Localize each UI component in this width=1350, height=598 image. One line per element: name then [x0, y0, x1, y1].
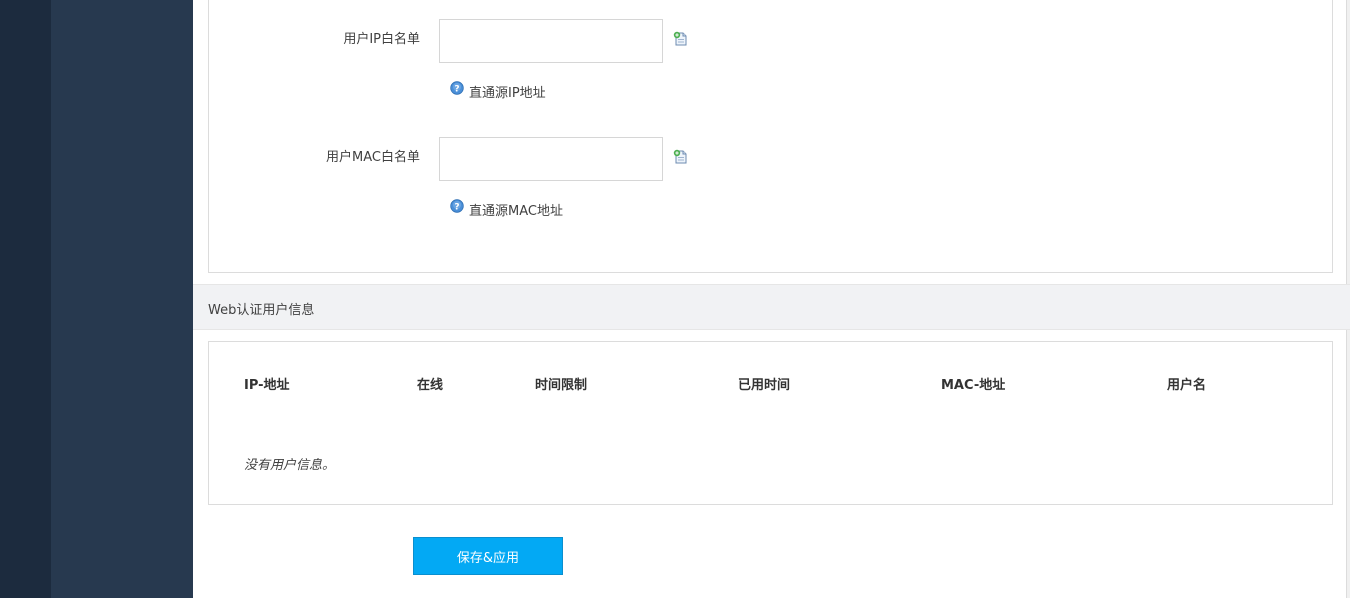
mac-whitelist-label: 用户MAC白名单 — [326, 150, 420, 165]
column-header-ip: IP-地址 — [244, 378, 290, 393]
sidebar-panel — [51, 0, 193, 598]
ip-whitelist-label: 用户IP白名单 — [343, 32, 420, 47]
column-header-mac: MAC-地址 — [941, 378, 1006, 393]
question-icon: ? — [450, 199, 464, 213]
whitelist-panel: 用户IP白名单 ? 直通源IP地址 用户MAC白名单 ? 直通源MAC地址 — [208, 0, 1333, 273]
question-icon: ? — [450, 81, 464, 95]
sidebar-rail — [0, 0, 51, 598]
column-header-username: 用户名 — [1167, 378, 1207, 393]
svg-text:?: ? — [454, 84, 459, 94]
empty-table-message: 没有用户信息。 — [244, 458, 336, 473]
section-title: Web认证用户信息 — [208, 303, 315, 318]
column-header-time-used: 已用时间 — [738, 378, 791, 393]
svg-text:?: ? — [454, 202, 459, 212]
mac-whitelist-input[interactable] — [439, 137, 663, 181]
save-apply-button[interactable]: 保存&应用 — [413, 537, 563, 575]
mac-whitelist-hint: 直通源MAC地址 — [469, 204, 563, 219]
web-auth-section-header: Web认证用户信息 — [193, 284, 1350, 330]
ip-whitelist-input[interactable] — [439, 19, 663, 63]
add-entry-icon[interactable] — [673, 31, 689, 47]
add-entry-icon[interactable] — [673, 149, 689, 165]
column-header-online: 在线 — [417, 378, 444, 393]
ip-whitelist-hint: 直通源IP地址 — [469, 86, 546, 101]
web-auth-user-table: IP-地址 在线 时间限制 已用时间 MAC-地址 用户名 没有用户信息。 — [208, 341, 1333, 505]
column-header-time-limit: 时间限制 — [535, 378, 588, 393]
